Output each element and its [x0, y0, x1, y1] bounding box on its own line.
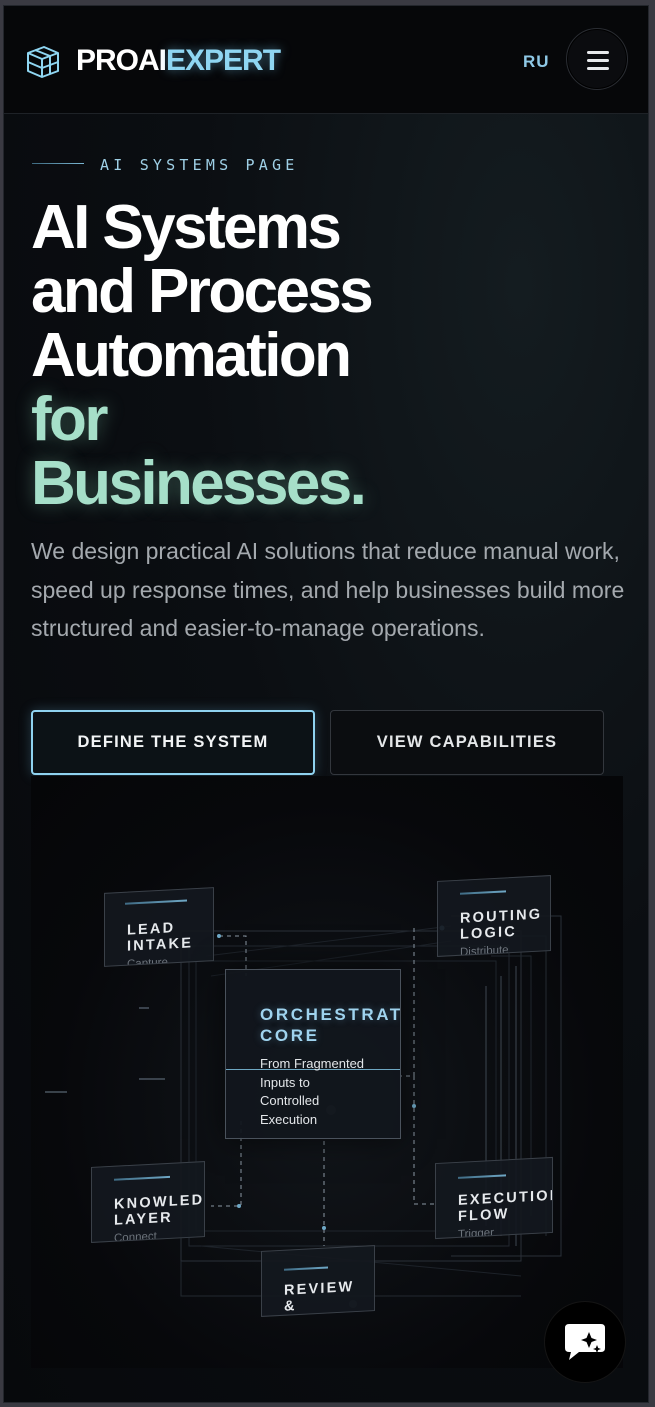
node-title: KNOWLEDG LAYER: [114, 1191, 205, 1229]
eyebrow-line: [32, 163, 84, 164]
node-title: EXECUTION FLOW: [458, 1187, 553, 1225]
wireframe-cube-icon[interactable]: [24, 43, 62, 81]
define-system-button[interactable]: DEFINE THE SYSTEM: [31, 710, 315, 775]
eyebrow-label: AI SYSTEMS PAGE: [100, 156, 299, 174]
hamburger-icon-bar: [587, 67, 609, 70]
chat-button[interactable]: [545, 1302, 625, 1382]
node-review[interactable]: REVIEW &: [261, 1245, 375, 1317]
site-header: PROAIEXPERT RU: [4, 6, 648, 114]
hamburger-icon-bar: [587, 59, 609, 62]
node-title: ROUTING LOGIC: [460, 906, 543, 943]
system-diagram: LEAD INTAKE Capture ROUTING LOGIC Distri…: [31, 776, 623, 1368]
node-title: LEAD INTAKE: [127, 920, 194, 955]
language-switch[interactable]: RU: [523, 52, 550, 72]
page-frame: PROAIEXPERT RU AI SYSTEMS PAGE AI System…: [3, 5, 649, 1403]
hero-title-accent1: for: [31, 385, 108, 454]
hero-title-line2: and Process: [31, 257, 374, 326]
node-title: REVIEW &: [284, 1279, 355, 1315]
hero-title-line1: AI Systems: [31, 193, 342, 262]
logo-part1: PROAI: [76, 44, 167, 77]
orchestration-core[interactable]: ORCHESTRAT CORE From Fragmented Inputs t…: [225, 969, 401, 1139]
core-subtitle: From Fragmented Inputs to Controlled Exe…: [260, 1056, 365, 1127]
menu-button[interactable]: [566, 28, 628, 90]
hamburger-icon: [587, 51, 609, 54]
hero-description: We design practical AI solutions that re…: [31, 538, 625, 641]
hero-title-accent2: Businesses.: [31, 449, 367, 518]
chat-sparkle-icon: [565, 1324, 605, 1360]
view-capabilities-button[interactable]: VIEW CAPABILITIES: [330, 710, 604, 775]
node-lead-intake[interactable]: LEAD INTAKE Capture: [104, 887, 214, 967]
logo-wordmark[interactable]: PROAIEXPERT: [76, 44, 281, 78]
node-knowledge-layer[interactable]: KNOWLEDG LAYER Connect: [91, 1161, 205, 1243]
hero-title-line3: Automation: [31, 321, 352, 390]
node-execution-flow[interactable]: EXECUTION FLOW Trigger: [435, 1156, 553, 1240]
hero-title: AI Systems and Process Automation for Bu…: [31, 196, 451, 516]
logo-part2: EXPERT: [166, 44, 281, 77]
core-title: ORCHESTRAT CORE: [260, 1005, 401, 1045]
node-routing-logic[interactable]: ROUTING LOGIC Distribute: [437, 875, 551, 957]
